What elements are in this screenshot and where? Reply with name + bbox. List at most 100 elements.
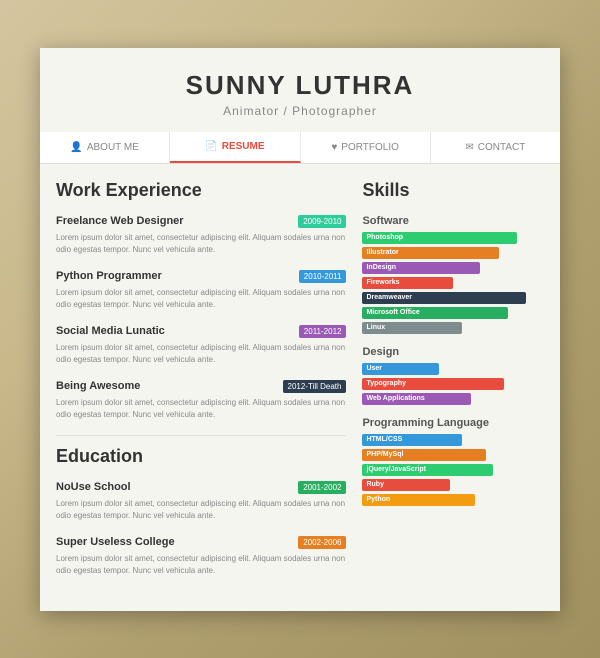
work-item-header: Social Media Lunatic 2011-2012 [56,325,346,338]
skill-bar-user: User [362,363,438,375]
page-header: SUNNY LUTHRA Animator / Photographer [40,48,560,132]
skill-label: Microsoft Office [366,309,419,316]
resume-page: SUNNY LUTHRA Animator / Photographer 👤 A… [40,48,560,611]
work-title: Being Awesome [56,380,140,392]
edu-title: Super Useless College [56,536,175,548]
skill-label: Linux [366,324,385,331]
tab-contact-label: CONTACT [478,142,526,153]
skills-design: Design User Typography Web Applications [362,346,544,405]
work-item: Social Media Lunatic 2011-2012 Lorem ips… [56,325,346,366]
skill-bar-photoshop: Photoshop [362,232,516,244]
edu-desc: Lorem ipsum dolor sit amet, consectetur … [56,498,346,522]
heart-icon: ♥ [331,142,337,153]
work-date: 2012-Till Death [283,380,347,393]
skill-bar-wrap: User [362,363,544,375]
skills-title: Skills [362,180,544,205]
programming-subtitle: Programming Language [362,417,544,429]
skill-bar-wrap: Photoshop [362,232,544,244]
right-column: Skills Software Photoshop Illustrator In… [362,180,544,591]
work-desc: Lorem ipsum dolor sit amet, consectetur … [56,287,346,311]
person-name: SUNNY LUTHRA [40,70,560,101]
skill-label: Fireworks [366,279,399,286]
education-title: Education [56,446,346,471]
skill-bar-wrap: PHP/MySql [362,449,544,461]
skill-label: Typography [366,380,406,387]
work-desc: Lorem ipsum dolor sit amet, consectetur … [56,232,346,256]
education-item: Super Useless College 2002-2006 Lorem ip… [56,536,346,577]
skill-bar-illustrator: Illustrator [362,247,498,259]
skill-bar-phpmysql: PHP/MySql [362,449,485,461]
work-item-header: Python Programmer 2010-2011 [56,270,346,283]
skill-bar-wrap: jQuery/JavaScript [362,464,544,476]
work-date: 2010-2011 [299,270,347,283]
edu-item-header: Super Useless College 2002-2006 [56,536,346,549]
skill-bar-typography: Typography [362,378,504,390]
tab-about-label: ABOUT ME [87,142,139,153]
work-item: Python Programmer 2010-2011 Lorem ipsum … [56,270,346,311]
resume-icon: 📄 [205,141,217,152]
tab-contact[interactable]: ✉ CONTACT [431,132,560,163]
skill-label: Dreamweaver [366,294,412,301]
skills-software: Software Photoshop Illustrator InDesign [362,215,544,334]
skill-bar-dreamweaver: Dreamweaver [362,292,525,304]
skills-programming: Programming Language HTML/CSS PHP/MySql … [362,417,544,506]
tab-portfolio[interactable]: ♥ PORTFOLIO [301,132,431,163]
skill-bar-wrap: Dreamweaver [362,292,544,304]
work-date: 2009-2010 [298,215,346,228]
skill-bar-ruby: Ruby [362,479,449,491]
edu-title: NoUse School [56,481,131,493]
tab-about[interactable]: 👤 ABOUT ME [40,132,170,163]
work-title: Python Programmer [56,270,162,282]
work-desc: Lorem ipsum dolor sit amet, consectetur … [56,342,346,366]
skill-bar-wrap: Python [362,494,544,506]
person-title: Animator / Photographer [40,104,560,118]
skill-label: InDesign [366,264,396,271]
skill-bar-wrap: Linux [362,322,544,334]
skill-bar-jquery: jQuery/JavaScript [362,464,493,476]
skill-bar-python: Python [362,494,475,506]
skill-bar-htmlcss: HTML/CSS [362,434,462,446]
skill-bar-wrap: Fireworks [362,277,544,289]
tab-portfolio-label: PORTFOLIO [341,142,399,153]
skill-label: User [366,365,382,372]
skill-bar-msoffice: Microsoft Office [362,307,507,319]
section-divider [56,435,346,436]
skill-label: Photoshop [366,234,403,241]
person-icon: 👤 [70,142,82,153]
edu-date: 2002-2006 [298,536,346,549]
skill-bar-wrap: Web Applications [362,393,544,405]
skill-bar-wrap: Microsoft Office [362,307,544,319]
software-subtitle: Software [362,215,544,227]
content-area: Work Experience Freelance Web Designer 2… [40,164,560,591]
skill-bar-wrap: HTML/CSS [362,434,544,446]
skill-label: Illustrator [366,249,398,256]
skill-label: Python [366,496,390,503]
tab-resume[interactable]: 📄 RESUME [170,132,300,163]
edu-date: 2001-2002 [298,481,346,494]
work-item-header: Freelance Web Designer 2009-2010 [56,215,346,228]
mail-icon: ✉ [465,142,473,153]
work-item: Freelance Web Designer 2009-2010 Lorem i… [56,215,346,256]
work-experience-title: Work Experience [56,180,346,205]
edu-item-header: NoUse School 2001-2002 [56,481,346,494]
skill-label: PHP/MySql [366,451,403,458]
tab-resume-label: RESUME [222,141,265,152]
skill-bar-fireworks: Fireworks [362,277,453,289]
edu-desc: Lorem ipsum dolor sit amet, consectetur … [56,553,346,577]
skill-label: jQuery/JavaScript [366,466,426,473]
work-item-header: Being Awesome 2012-Till Death [56,380,346,393]
skill-bar-wrap: Typography [362,378,544,390]
skill-bar-wrap: Ruby [362,479,544,491]
design-subtitle: Design [362,346,544,358]
skill-label: HTML/CSS [366,436,402,443]
skill-label: Web Applications [366,395,424,402]
education-item: NoUse School 2001-2002 Lorem ipsum dolor… [56,481,346,522]
skill-bar-wrap: Illustrator [362,247,544,259]
work-item: Being Awesome 2012-Till Death Lorem ipsu… [56,380,346,421]
skill-bar-indesign: InDesign [362,262,480,274]
left-column: Work Experience Freelance Web Designer 2… [56,180,346,591]
skill-bar-linux: Linux [362,322,462,334]
work-title: Freelance Web Designer [56,215,184,227]
skill-bar-webapps: Web Applications [362,393,471,405]
work-title: Social Media Lunatic [56,325,165,337]
